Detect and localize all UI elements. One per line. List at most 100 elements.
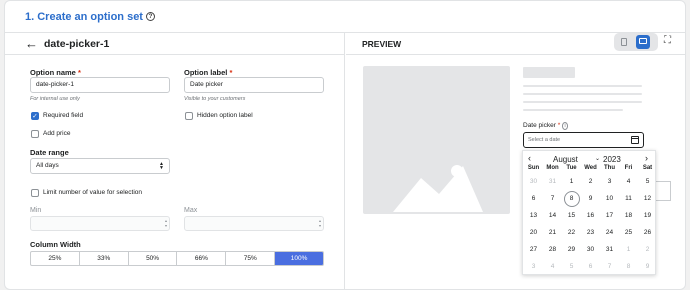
calendar-day[interactable]: 19 bbox=[638, 212, 657, 219]
stepper-icon: ▴ ▾ bbox=[318, 218, 321, 228]
desktop-icon[interactable] bbox=[636, 35, 650, 49]
calendar-day[interactable]: 15 bbox=[562, 212, 581, 219]
calendar-day[interactable]: 8 bbox=[562, 191, 581, 207]
calendar-day[interactable]: 31 bbox=[600, 246, 619, 253]
add-price-checkbox[interactable] bbox=[31, 130, 39, 138]
calendar-day[interactable]: 24 bbox=[600, 229, 619, 236]
width-50-button[interactable]: 50% bbox=[129, 252, 178, 265]
month-select[interactable]: August bbox=[553, 155, 578, 164]
calendar-day[interactable]: 28 bbox=[543, 246, 562, 253]
hidden-label-checkbox[interactable] bbox=[185, 112, 193, 120]
calendar-day[interactable]: 12 bbox=[638, 195, 657, 202]
section-title: 1. Create an option set bbox=[25, 10, 143, 23]
prev-month-icon[interactable]: ‹ bbox=[528, 153, 531, 163]
mobile-icon[interactable] bbox=[621, 38, 627, 46]
option-name-input[interactable]: date-picker-1 bbox=[30, 77, 170, 93]
info-icon: i bbox=[562, 122, 569, 130]
calendar-day[interactable]: 1 bbox=[562, 178, 581, 185]
weekday-header: Wed bbox=[584, 165, 597, 171]
calendar-day[interactable]: 23 bbox=[581, 229, 600, 236]
date-picker-input[interactable]: Select a date bbox=[523, 132, 644, 148]
calendar-day[interactable]: 14 bbox=[543, 212, 562, 219]
width-66-button[interactable]: 66% bbox=[177, 252, 227, 265]
calendar-day[interactable]: 6 bbox=[581, 263, 600, 270]
calendar-day[interactable]: 30 bbox=[524, 178, 543, 185]
width-100-button[interactable]: 100% bbox=[275, 252, 323, 265]
calendar-day[interactable]: 5 bbox=[638, 178, 657, 185]
calendar-day[interactable]: 21 bbox=[543, 229, 562, 236]
stepper-icon: ▴ ▾ bbox=[164, 218, 167, 228]
weekday-header: Mon bbox=[546, 165, 559, 171]
calendar-day[interactable]: 7 bbox=[600, 263, 619, 270]
calendar-day[interactable]: 7 bbox=[543, 195, 562, 202]
calendar-day[interactable]: 22 bbox=[562, 229, 581, 236]
calendar-day[interactable]: 13 bbox=[524, 212, 543, 219]
next-month-icon[interactable]: › bbox=[645, 153, 648, 163]
calendar-day[interactable]: 9 bbox=[581, 195, 600, 202]
text-skeleton bbox=[523, 85, 642, 87]
option-label-hint: Visible to your customers bbox=[184, 96, 246, 102]
calendar-day[interactable]: 29 bbox=[562, 246, 581, 253]
weekday-header: Fri bbox=[624, 165, 633, 171]
back-arrow-icon[interactable]: ← bbox=[25, 36, 38, 51]
text-skeleton bbox=[523, 101, 642, 103]
fullscreen-icon[interactable]: ⛶ bbox=[664, 35, 671, 46]
width-75-button[interactable]: 75% bbox=[226, 252, 276, 265]
calendar-day[interactable]: 10 bbox=[600, 195, 619, 202]
option-label-label: Option label * bbox=[184, 68, 233, 77]
weekday-header: Sat bbox=[642, 165, 653, 171]
calendar-day[interactable]: 30 bbox=[581, 246, 600, 253]
required-field-checkbox[interactable]: ✓ bbox=[31, 112, 39, 120]
column-width-group: 25% 33% 50% 66% 75% 100% bbox=[30, 251, 324, 266]
calendar-day[interactable]: 4 bbox=[619, 178, 638, 185]
add-price-label: Add price bbox=[43, 130, 71, 137]
calendar-day[interactable]: 4 bbox=[543, 263, 562, 270]
option-label-input[interactable]: Date picker bbox=[184, 77, 324, 93]
calendar-day[interactable]: 3 bbox=[600, 178, 619, 185]
limit-label: Limit number of value for selection bbox=[43, 189, 142, 196]
chevron-down-icon: ⌄ bbox=[595, 156, 601, 162]
calendar-day[interactable]: 25 bbox=[619, 229, 638, 236]
width-33-button[interactable]: 33% bbox=[80, 252, 129, 265]
hidden-field-edge bbox=[656, 181, 671, 201]
date-range-label: Date range bbox=[30, 148, 69, 157]
option-editor: ← date-picker-1 Option name * date-picke… bbox=[5, 33, 345, 289]
min-input[interactable]: ▴ ▾ bbox=[30, 216, 170, 231]
weekday-header: Sun bbox=[527, 165, 540, 171]
calendar-day[interactable]: 11 bbox=[619, 195, 638, 202]
calendar-day[interactable]: 2 bbox=[638, 246, 657, 253]
weekday-header: Tue bbox=[566, 165, 577, 171]
calendar-icon[interactable] bbox=[631, 136, 639, 144]
calendar-day[interactable]: 18 bbox=[619, 212, 638, 219]
date-range-select[interactable]: All days ▲ ▼ bbox=[30, 158, 170, 174]
calendar-popup: ‹ August ⌄ 2023 › Sun Mon Tue Wed Thu Fri Sat 3… bbox=[522, 150, 656, 275]
section-header: 1. Create an option set ? bbox=[5, 1, 685, 33]
limit-checkbox[interactable] bbox=[31, 189, 39, 197]
calendar-day[interactable]: 16 bbox=[581, 212, 600, 219]
calendar-day[interactable]: 17 bbox=[600, 212, 619, 219]
date-range-value: All days bbox=[36, 162, 59, 169]
width-25-button[interactable]: 25% bbox=[31, 252, 80, 265]
product-image-placeholder bbox=[363, 66, 510, 214]
preview-panel: PREVIEW ⛶ Date picker * i Select a date … bbox=[346, 33, 685, 289]
max-input[interactable]: ▴ ▾ bbox=[184, 216, 324, 231]
help-icon[interactable]: ? bbox=[145, 12, 155, 21]
calendar-day[interactable]: 1 bbox=[619, 246, 638, 253]
calendar-day[interactable]: 2 bbox=[581, 178, 600, 185]
calendar-day[interactable]: 6 bbox=[524, 195, 543, 202]
calendar-day[interactable]: 8 bbox=[619, 263, 638, 270]
calendar-day[interactable]: 3 bbox=[524, 263, 543, 270]
calendar-day[interactable]: 9 bbox=[638, 263, 657, 270]
calendar-day[interactable]: 27 bbox=[524, 246, 543, 253]
weekday-header: Thu bbox=[604, 165, 615, 171]
calendar-day[interactable]: 5 bbox=[562, 263, 581, 270]
calendar-day[interactable]: 20 bbox=[524, 229, 543, 236]
calendar-day[interactable]: 31 bbox=[543, 178, 562, 185]
preview-label: PREVIEW bbox=[362, 39, 402, 49]
date-picker-placeholder: Select a date bbox=[528, 137, 561, 143]
calendar-day[interactable]: 26 bbox=[638, 229, 657, 236]
text-skeleton bbox=[523, 109, 623, 111]
page-title: date-picker-1 bbox=[44, 38, 110, 50]
max-label: Max bbox=[184, 207, 198, 214]
year-input[interactable]: 2023 bbox=[603, 155, 621, 164]
